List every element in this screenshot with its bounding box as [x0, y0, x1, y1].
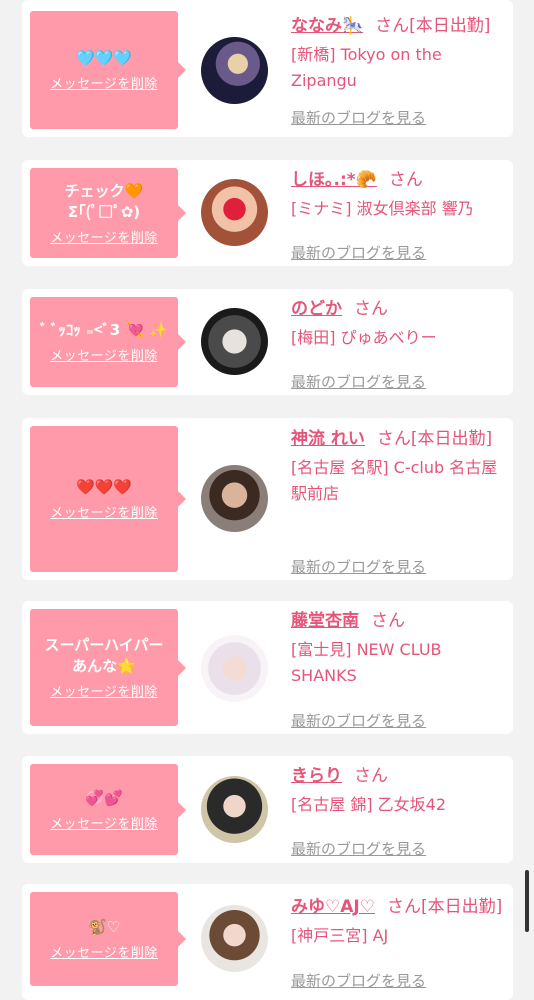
- honorific: さん: [354, 299, 388, 319]
- name-line: 藤堂杏南 さん: [291, 608, 507, 635]
- avatar[interactable]: [201, 308, 268, 375]
- user-info: きらり さん [名古屋 錦] 乙女坂42 最新のブログを見る: [291, 763, 507, 858]
- message-bubble: スーパーハイパー あんな🌟 メッセージを削除: [30, 609, 186, 726]
- honorific: さん: [386, 897, 421, 917]
- avatar[interactable]: [201, 37, 268, 104]
- name-line: のどか さん: [291, 296, 507, 323]
- honorific: さん: [371, 611, 405, 631]
- user-name-link[interactable]: みゆ♡AJ♡: [291, 897, 375, 917]
- delete-message-link[interactable]: メッセージを削除: [50, 502, 158, 521]
- delete-message-link[interactable]: メッセージを削除: [50, 345, 158, 364]
- message-bubble: チェック🧡 Σ｢(ﾟ□ﾟ✿) メッセージを削除: [30, 168, 186, 258]
- user-name-link[interactable]: 神流 れい: [291, 429, 365, 449]
- user-info: ななみ🎠 さん[本日出勤] [新橋] Tokyo on the Zipangu 最…: [291, 13, 507, 127]
- avatar[interactable]: [201, 635, 268, 702]
- latest-blog-link[interactable]: 最新のブログを見る: [291, 710, 426, 731]
- status-badge: [本日出勤]: [410, 429, 493, 449]
- delete-message-link[interactable]: メッセージを削除: [50, 681, 158, 700]
- shop-name: [名古屋 錦] 乙女坂42: [291, 795, 447, 814]
- message-text: ﾞ ﾞｯｺｯ ₌<ﾞ3 💘 ✨: [39, 321, 169, 339]
- avatar[interactable]: [201, 465, 268, 532]
- user-info: 藤堂杏南 さん [富士見] NEW CLUB SHANKS 最新のブログを見る: [291, 608, 507, 730]
- user-name-link[interactable]: きらり: [291, 766, 342, 786]
- avatar[interactable]: [201, 905, 268, 972]
- message-text: 💞💕: [85, 788, 123, 807]
- shop-name: [梅田] ぴゅあべりー: [291, 328, 437, 347]
- user-name-link[interactable]: しほ｡.:*🥐: [291, 170, 377, 190]
- name-line: ななみ🎠 さん[本日出勤]: [291, 13, 507, 40]
- name-line: しほ｡.:*🥐 さん: [291, 167, 507, 194]
- name-line: きらり さん: [291, 763, 507, 790]
- shop-name: [新橋] Tokyo on the Zipangu: [291, 45, 442, 90]
- user-name-link[interactable]: のどか: [291, 299, 342, 319]
- message-text: ❤️❤️❤️: [75, 478, 133, 496]
- list-item: 🐒♡ メッセージを削除 みゆ♡AJ♡ さん[本日出勤] [神戸三宮] AJ 最新の…: [22, 884, 513, 1000]
- message-bubble: 🐒♡ メッセージを削除: [30, 892, 186, 986]
- message-text: 🩵🩵🩵: [75, 49, 133, 67]
- list-item: スーパーハイパー あんな🌟 メッセージを削除 藤堂杏南 さん [富士見] NEW …: [22, 601, 513, 734]
- latest-blog-link[interactable]: 最新のブログを見る: [291, 107, 426, 128]
- latest-blog-link[interactable]: 最新のブログを見る: [291, 371, 426, 392]
- honorific: さん: [354, 766, 388, 786]
- avatar[interactable]: [201, 776, 268, 843]
- latest-blog-link[interactable]: 最新のブログを見る: [291, 556, 426, 577]
- message-text: チェック🧡 Σ｢(ﾟ□ﾟ✿): [64, 181, 144, 221]
- latest-blog-link[interactable]: 最新のブログを見る: [291, 970, 426, 991]
- shop-name: [名古屋 名駅] C-club 名古屋駅前店: [291, 458, 498, 503]
- list-item: 🩵🩵🩵 メッセージを削除 ななみ🎠 さん[本日出勤] [新橋] Tokyo on …: [22, 0, 513, 137]
- user-name-link[interactable]: ななみ🎠: [291, 16, 363, 36]
- delete-message-link[interactable]: メッセージを削除: [50, 813, 158, 832]
- user-info: みゆ♡AJ♡ さん[本日出勤] [神戸三宮] AJ 最新のブログを見る: [291, 894, 507, 990]
- honorific: さん: [388, 170, 423, 190]
- user-info: 神流 れい さん[本日出勤] [名古屋 名駅] C-club 名古屋駅前店 最新の…: [291, 426, 507, 576]
- list-item: ﾞ ﾞｯｺｯ ₌<ﾞ3 💘 ✨ メッセージを削除 のどか さん [梅田] ぴゅあべ…: [22, 289, 513, 395]
- delete-message-link[interactable]: メッセージを削除: [50, 73, 158, 92]
- delete-message-link[interactable]: メッセージを削除: [50, 227, 158, 246]
- name-line: みゆ♡AJ♡ さん[本日出勤]: [291, 894, 507, 921]
- message-text: スーパーハイパー あんな🌟: [44, 636, 164, 675]
- shop-name: [富士見] NEW CLUB SHANKS: [291, 640, 442, 685]
- avatar[interactable]: [201, 179, 268, 246]
- scrollbar[interactable]: [525, 870, 529, 932]
- status-badge: [本日出勤]: [420, 897, 503, 917]
- list-item: チェック🧡 Σ｢(ﾟ□ﾟ✿) メッセージを削除 しほ｡.:*🥐 さん [ミナミ] …: [22, 160, 513, 266]
- user-info: のどか さん [梅田] ぴゅあべりー 最新のブログを見る: [291, 296, 507, 391]
- honorific: さん: [375, 16, 410, 36]
- latest-blog-link[interactable]: 最新のブログを見る: [291, 242, 426, 263]
- list-item: 💞💕 メッセージを削除 きらり さん [名古屋 錦] 乙女坂42 最新のブログを見…: [22, 756, 513, 863]
- status-badge: [本日出勤]: [409, 16, 491, 36]
- name-line: 神流 れい さん[本日出勤]: [291, 426, 507, 453]
- latest-blog-link[interactable]: 最新のブログを見る: [291, 838, 426, 859]
- honorific: さん: [376, 429, 411, 449]
- message-text: 🐒♡: [87, 918, 121, 936]
- message-bubble: ❤️❤️❤️ メッセージを削除: [30, 426, 186, 572]
- shop-name: [ミナミ] 淑女倶楽部 響乃: [291, 199, 474, 218]
- message-bubble: ﾞ ﾞｯｺｯ ₌<ﾞ3 💘 ✨ メッセージを削除: [30, 297, 186, 387]
- list-item: ❤️❤️❤️ メッセージを削除 神流 れい さん[本日出勤] [名古屋 名駅] C…: [22, 418, 513, 580]
- user-info: しほ｡.:*🥐 さん [ミナミ] 淑女倶楽部 響乃 最新のブログを見る: [291, 167, 507, 262]
- message-bubble: 💞💕 メッセージを削除: [30, 764, 186, 855]
- delete-message-link[interactable]: メッセージを削除: [50, 942, 158, 961]
- user-name-link[interactable]: 藤堂杏南: [291, 611, 359, 631]
- shop-name: [神戸三宮] AJ: [291, 926, 389, 945]
- message-bubble: 🩵🩵🩵 メッセージを削除: [30, 11, 186, 129]
